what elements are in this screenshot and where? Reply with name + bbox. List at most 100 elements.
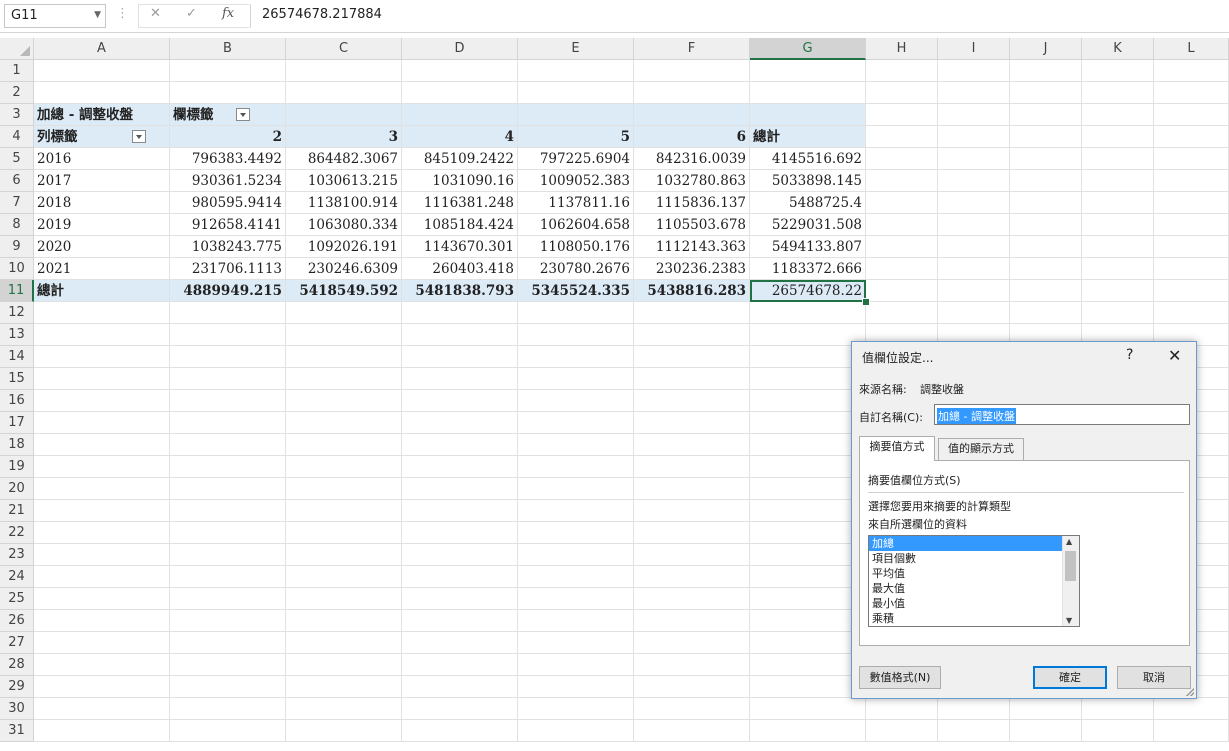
cell-k9[interactable] <box>1082 236 1154 258</box>
cell-k1[interactable] <box>1082 60 1154 82</box>
cell-b2[interactable] <box>170 82 286 104</box>
pivot-value-cell[interactable]: 842316.0039 <box>634 148 750 170</box>
tab-summarize-by[interactable]: 摘要值方式 <box>859 436 935 461</box>
cell-g25[interactable] <box>750 588 866 610</box>
pivot-value-cell[interactable]: 5229031.508 <box>750 214 866 236</box>
cell-a17[interactable] <box>34 412 170 434</box>
cell-b22[interactable] <box>170 522 286 544</box>
pivot-row-label[interactable]: 2019 <box>34 214 170 236</box>
cell-g14[interactable] <box>750 346 866 368</box>
cell-k3[interactable] <box>1082 104 1154 126</box>
cell-f3[interactable] <box>634 104 750 126</box>
cell-b19[interactable] <box>170 456 286 478</box>
row-header-15[interactable]: 15 <box>0 368 34 390</box>
cell-h3[interactable] <box>866 104 938 126</box>
cell-i2[interactable] <box>938 82 1010 104</box>
row-header-21[interactable]: 21 <box>0 500 34 522</box>
cell-h5[interactable] <box>866 148 938 170</box>
pivot-value-cell[interactable]: 1116381.248 <box>402 192 518 214</box>
ok-button[interactable]: 確定 <box>1033 666 1107 689</box>
grand-total-cell[interactable]: 5438816.283 <box>634 280 750 302</box>
cell-c22[interactable] <box>286 522 402 544</box>
pivot-value-cell[interactable]: 1112143.363 <box>634 236 750 258</box>
cell-d2[interactable] <box>402 82 518 104</box>
cell-i9[interactable] <box>938 236 1010 258</box>
cell-b25[interactable] <box>170 588 286 610</box>
cell-f16[interactable] <box>634 390 750 412</box>
cell-h31[interactable] <box>866 720 938 742</box>
cell-b28[interactable] <box>170 654 286 676</box>
cell-l8[interactable] <box>1154 214 1229 236</box>
grand-total-column-header[interactable]: 總計 <box>750 126 866 148</box>
row-header-1[interactable]: 1 <box>0 60 34 82</box>
cell-d26[interactable] <box>402 610 518 632</box>
cell-a21[interactable] <box>34 500 170 522</box>
cell-d17[interactable] <box>402 412 518 434</box>
row-header-19[interactable]: 19 <box>0 456 34 478</box>
cell-f25[interactable] <box>634 588 750 610</box>
cell-b30[interactable] <box>170 698 286 720</box>
list-scrollbar[interactable]: ▲ ▼ <box>1062 536 1079 626</box>
cell-i31[interactable] <box>938 720 1010 742</box>
cell-c25[interactable] <box>286 588 402 610</box>
row-header-6[interactable]: 6 <box>0 170 34 192</box>
pivot-column-header[interactable]: 4 <box>402 126 518 148</box>
grand-total-row-label[interactable]: 總計 <box>34 280 170 302</box>
row-header-8[interactable]: 8 <box>0 214 34 236</box>
cell-f13[interactable] <box>634 324 750 346</box>
cell-b29[interactable] <box>170 676 286 698</box>
cell-c17[interactable] <box>286 412 402 434</box>
pivot-value-cell[interactable]: 864482.3067 <box>286 148 402 170</box>
cell-k7[interactable] <box>1082 192 1154 214</box>
row-header-11[interactable]: 11 <box>0 280 34 302</box>
cell-c23[interactable] <box>286 544 402 566</box>
calculation-list-item[interactable]: 最小值 <box>869 596 1079 611</box>
cell-j10[interactable] <box>1010 258 1082 280</box>
cell-j1[interactable] <box>1010 60 1082 82</box>
cell-a4[interactable]: 列標籤 <box>34 126 170 148</box>
pivot-value-cell[interactable]: 1063080.334 <box>286 214 402 236</box>
cell-a19[interactable] <box>34 456 170 478</box>
cell-j5[interactable] <box>1010 148 1082 170</box>
cell-g20[interactable] <box>750 478 866 500</box>
calculation-list-item[interactable]: 項目個數 <box>869 551 1079 566</box>
cell-l7[interactable] <box>1154 192 1229 214</box>
cell-d15[interactable] <box>402 368 518 390</box>
cell-j30[interactable] <box>1010 698 1082 720</box>
cell-b17[interactable] <box>170 412 286 434</box>
cell-f26[interactable] <box>634 610 750 632</box>
cell-e13[interactable] <box>518 324 634 346</box>
row-header-29[interactable]: 29 <box>0 676 34 698</box>
cell-f27[interactable] <box>634 632 750 654</box>
column-header-j[interactable]: J <box>1010 38 1082 60</box>
cell-e30[interactable] <box>518 698 634 720</box>
pivot-value-cell[interactable]: 1115836.137 <box>634 192 750 214</box>
active-cell-g11[interactable]: 26574678.22 <box>750 280 866 302</box>
pivot-value-cell[interactable]: 1031090.16 <box>402 170 518 192</box>
cell-g31[interactable] <box>750 720 866 742</box>
cell-k31[interactable] <box>1082 720 1154 742</box>
row-header-10[interactable]: 10 <box>0 258 34 280</box>
cell-j2[interactable] <box>1010 82 1082 104</box>
cell-d13[interactable] <box>402 324 518 346</box>
cell-g2[interactable] <box>750 82 866 104</box>
cell-a1[interactable] <box>34 60 170 82</box>
pivot-column-header[interactable]: 2 <box>170 126 286 148</box>
cell-j6[interactable] <box>1010 170 1082 192</box>
cell-e1[interactable] <box>518 60 634 82</box>
row-header-4[interactable]: 4 <box>0 126 34 148</box>
cell-g3[interactable] <box>750 104 866 126</box>
cell-f20[interactable] <box>634 478 750 500</box>
grand-total-cell[interactable]: 5345524.335 <box>518 280 634 302</box>
row-header-17[interactable]: 17 <box>0 412 34 434</box>
cell-h10[interactable] <box>866 258 938 280</box>
cell-d20[interactable] <box>402 478 518 500</box>
cell-b3[interactable]: 欄標籤 <box>170 104 286 126</box>
cell-j12[interactable] <box>1010 302 1082 324</box>
cell-g21[interactable] <box>750 500 866 522</box>
pivot-value-cell[interactable]: 1032780.863 <box>634 170 750 192</box>
cell-e15[interactable] <box>518 368 634 390</box>
cell-e17[interactable] <box>518 412 634 434</box>
formula-input[interactable]: 26574678.217884 <box>262 7 382 22</box>
cell-k2[interactable] <box>1082 82 1154 104</box>
